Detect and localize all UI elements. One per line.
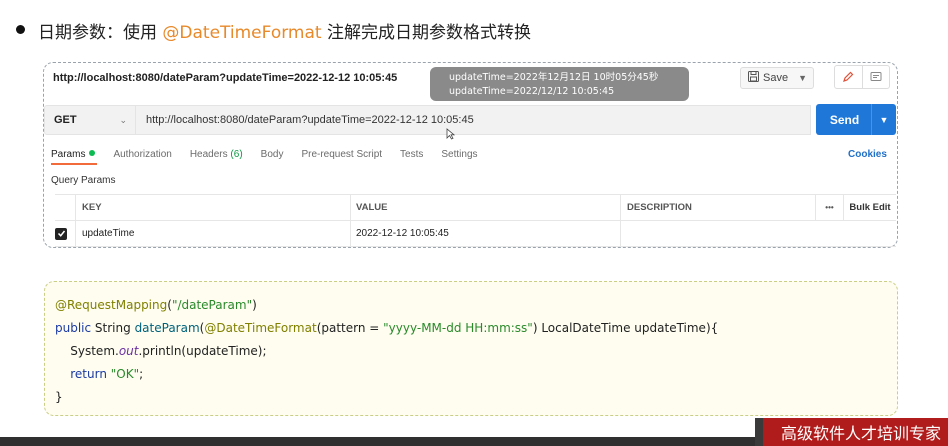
code-token: dateParam xyxy=(134,321,200,335)
code-token: ; xyxy=(139,367,144,381)
header-checkbox-cell xyxy=(55,195,75,220)
bulk-edit-button[interactable]: Bulk Edit xyxy=(843,195,896,220)
tab-label: Tests xyxy=(400,149,424,160)
code-token: "OK" xyxy=(110,367,140,381)
code-token: public xyxy=(55,321,92,335)
code-token: out xyxy=(118,344,139,358)
tab-label: Params xyxy=(51,149,86,160)
table-header-row: KEY VALUE DESCRIPTION ••• Bulk Edit xyxy=(55,195,896,221)
query-params-title: Query Params xyxy=(51,175,116,186)
tab-label: Headers xyxy=(189,149,228,160)
heading-annotation: @DateTimeFormat xyxy=(162,23,322,43)
param-description[interactable] xyxy=(620,221,815,246)
code-line-2: public String dateParam(@DateTimeFormat(… xyxy=(55,317,897,340)
code-token: @DateTimeFormat xyxy=(204,321,317,335)
column-key: KEY xyxy=(75,195,350,220)
code-token: return xyxy=(55,367,111,381)
edit-toggle-group xyxy=(834,65,890,89)
code-line-5: } xyxy=(55,390,63,404)
pencil-icon[interactable] xyxy=(835,66,863,88)
method-label: GET xyxy=(54,114,77,126)
save-button[interactable]: Save ▼ xyxy=(740,67,814,89)
code-token: (pattern = xyxy=(316,321,384,335)
url-text: http://localhost:8080/dateParam?updateTi… xyxy=(146,114,474,126)
tab-tests[interactable]: Tests xyxy=(400,149,423,165)
status-dot-icon xyxy=(89,150,96,156)
code-line-1: @RequestMapping("/dateParam") xyxy=(55,294,897,317)
cookies-link[interactable]: Cookies xyxy=(848,149,887,160)
tab-label: Settings xyxy=(441,149,478,160)
tooltip-line-2: updateTime=2022/12/12 10:05:45 xyxy=(449,86,615,97)
code-token: "/dateParam" xyxy=(171,298,253,312)
tab-body[interactable]: Body xyxy=(261,149,284,165)
more-options-icon[interactable]: ••• xyxy=(815,195,843,220)
tab-label: Body xyxy=(260,149,284,160)
chevron-down-icon: ⌄ xyxy=(119,114,127,125)
url-tooltip: updateTime=2022年12月12日 10时05分45秒 updateT… xyxy=(430,67,689,101)
code-token: String xyxy=(91,321,135,335)
tab-headers[interactable]: Headers (6) xyxy=(190,149,243,165)
brand-banner: 高级软件人才培训专家 xyxy=(763,418,948,446)
save-icon xyxy=(748,71,759,85)
tab-settings[interactable]: Settings xyxy=(441,149,477,165)
checkbox-checked[interactable] xyxy=(55,227,67,240)
column-description: DESCRIPTION xyxy=(620,195,815,220)
table-row: updateTime 2022-12-12 10:05:45 xyxy=(55,221,896,247)
tooltip-line-1: updateTime=2022年12月12日 10时05分45秒 xyxy=(449,72,659,83)
param-key[interactable]: updateTime xyxy=(75,221,350,246)
tab-pre-request-script[interactable]: Pre-request Script xyxy=(301,149,382,165)
code-line-4: return "OK"; xyxy=(55,363,897,386)
column-value: VALUE xyxy=(350,195,620,220)
chevron-down-icon[interactable]: ▼ xyxy=(798,73,807,83)
row-checkbox-cell xyxy=(55,221,75,246)
code-token: .println(updateTime); xyxy=(138,344,267,358)
url-input[interactable]: http://localhost:8080/dateParam?updateTi… xyxy=(136,105,811,135)
tab-authorization[interactable]: Authorization xyxy=(113,149,171,165)
heading-suffix: 注解完成日期参数格式转换 xyxy=(321,23,531,43)
chevron-down-icon[interactable]: ▼ xyxy=(871,104,896,135)
code-line-3: System.out.println(updateTime); xyxy=(55,340,897,363)
heading-prefix: 日期参数：使用 xyxy=(38,23,163,43)
send-label: Send xyxy=(829,112,860,127)
code-token: "yyyy-MM-dd HH:mm:ss" xyxy=(383,321,533,335)
code-token: @RequestMapping xyxy=(55,298,168,312)
bullet-dot xyxy=(16,25,25,34)
code-token: ) LocalDateTime updateTime){ xyxy=(532,321,719,335)
param-value[interactable]: 2022-12-12 10:05:45 xyxy=(350,221,620,246)
save-label: Save xyxy=(763,72,789,84)
tab-label: Authorization xyxy=(113,149,172,160)
slide-heading: 日期参数：使用 @DateTimeFormat 注解完成日期参数格式转换 xyxy=(38,18,531,43)
code-token: ) xyxy=(252,298,257,312)
request-name[interactable]: http://localhost:8080/dateParam?updateTi… xyxy=(53,72,397,84)
query-params-table: KEY VALUE DESCRIPTION ••• Bulk Edit upda… xyxy=(55,194,896,247)
code-token: System. xyxy=(55,344,119,358)
code-snippet: @RequestMapping("/dateParam") public Str… xyxy=(44,281,898,416)
tab-params[interactable]: Params xyxy=(51,149,98,165)
mouse-cursor-icon xyxy=(446,128,456,143)
request-tabs: Params Authorization Headers (6) Body Pr… xyxy=(51,149,496,165)
headers-count: (6) xyxy=(230,149,243,160)
tab-label: Pre-request Script xyxy=(301,149,383,160)
method-select[interactable]: GET ⌄ xyxy=(44,105,136,135)
send-button[interactable]: Send ▼ xyxy=(816,104,896,135)
comment-icon[interactable] xyxy=(863,66,890,88)
